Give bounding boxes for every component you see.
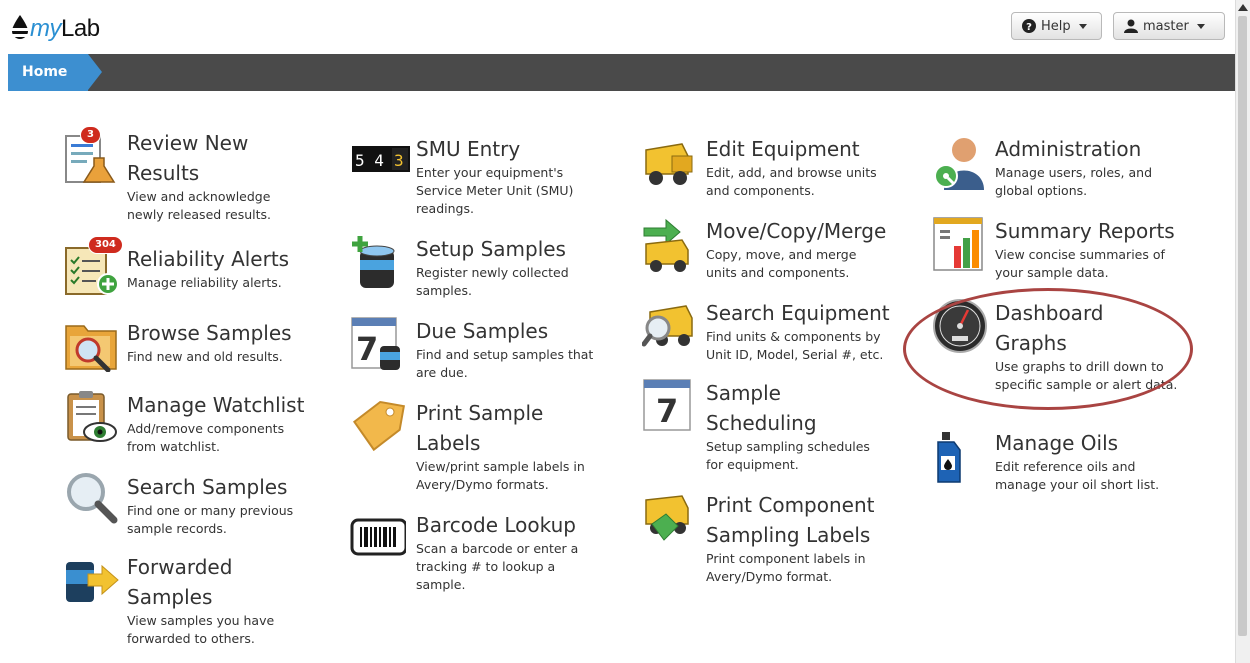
tile-title: Move/Copy/Merge [706,219,887,243]
tile-description: Edit, add, and browse units and componen… [706,165,877,198]
oil-drop-logo-icon [11,15,29,39]
tile-description: Print component labels in Avery/Dymo for… [706,551,866,584]
tile-description: View samples you have forwarded to other… [127,613,275,646]
tile-description: Find units & components by Unit ID, Mode… [706,329,884,362]
question-circle-icon: ? [1022,19,1036,33]
calendar-icon: 7 [643,379,691,431]
price-tag-icon [352,400,405,452]
tile-description: Use graphs to drill down to specific sam… [995,359,1178,392]
tile-title: Edit Equipment [706,137,860,161]
tile-description: Copy, move, and merge units and componen… [706,247,857,280]
tile-title: Print Component Sampling Labels [706,493,875,547]
tile-description: Find and setup samples that are due. [416,347,594,380]
tile-title: Browse Samples [127,321,292,345]
svg-text:7: 7 [356,330,378,368]
tile-title: SMU Entry [416,137,521,161]
breadcrumb-bar: Home [8,54,1236,91]
tile-title: Sample Scheduling [706,381,817,435]
tile-title: Print Sample Labels [416,401,544,455]
user-icon [1124,19,1138,33]
vertical-scrollbar[interactable] [1235,0,1250,663]
tile-description: Setup sampling schedules for equipment. [706,439,870,472]
magnifying-glass-icon [67,473,118,524]
help-label: Help [1041,18,1071,34]
dump-truck-icon [645,143,693,185]
tile-title: Administration [995,137,1142,161]
tile-title: Setup Samples [416,237,566,261]
tile-title: Due Samples [416,319,549,343]
tile-description: Scan a barcode or enter a tracking # to … [416,541,579,592]
tile-description: Register newly collected samples. [416,265,569,298]
tile-description: Manage reliability alerts. [127,275,282,290]
chevron-down-icon [1196,23,1205,29]
smu-odometer-icon: 5 4 3 [352,146,410,172]
truck-arrow-icon [643,218,689,272]
tile-description: Enter your equipment's Service Meter Uni… [416,165,574,216]
tile-description: View/print sample labels in Avery/Dymo f… [416,459,585,492]
svg-text:?: ? [1026,22,1032,33]
alerts-count-badge: 304 [88,236,123,254]
tile-title: Review New Results [127,131,249,185]
user-label: master [1143,18,1189,34]
sample-bottle-plus-icon [352,236,395,288]
tile-description: Edit reference oils and manage your oil … [995,459,1160,492]
tile-title: Manage Oils [995,431,1119,455]
svg-text:7: 7 [656,392,678,430]
tile-description: Find one or many previous sample records… [127,503,294,536]
barcode-icon [350,518,406,556]
tile-title: Reliability Alerts [127,247,290,271]
calendar-icon: 7 [351,317,400,370]
truck-label-icon [645,495,689,541]
scrollbar-thumb[interactable] [1238,16,1247,636]
browse-folder-magnifier-icon [65,325,117,372]
oil-bottle-icon [937,432,961,483]
tile-title: Forwarded Samples [127,555,233,609]
tile-title: Search Samples [127,475,288,499]
admin-user-key-icon [934,138,984,190]
breadcrumb-home[interactable]: Home [8,54,102,91]
speedometer-gauge-icon [933,299,987,353]
tile-title: Summary Reports [995,219,1175,243]
forward-sample-arrow-icon [66,562,119,602]
tile-description: Add/remove components from watchlist. [127,421,285,454]
new-results-count-badge: 3 [80,126,101,144]
user-dropdown-button[interactable]: master [1113,12,1225,40]
tile-title: Barcode Lookup [416,513,576,537]
scroll-up-arrow-icon[interactable] [1238,4,1248,11]
tile-title: Dashboard Graphs [995,301,1104,355]
tile-description: Find new and old results. [127,349,283,364]
tile-description: Manage users, roles, and global options. [995,165,1153,198]
help-dropdown-button[interactable]: ? Help [1011,12,1102,40]
chevron-down-icon [1078,23,1087,29]
tile-title: Search Equipment [706,301,890,325]
tile-description: View concise summaries of your sample da… [995,247,1165,280]
truck-magnifier-icon [642,305,693,347]
tile-description: View and acknowledge newly released resu… [127,189,272,222]
watchlist-clipboard-eye-icon [67,391,117,442]
svg-text:5 4: 5 4 [355,151,384,170]
report-bar-chart-icon [933,217,983,271]
svg-text:3: 3 [394,151,404,170]
tile-title: Manage Watchlist [127,393,305,417]
mylab-logo[interactable]: myLab [10,12,100,46]
